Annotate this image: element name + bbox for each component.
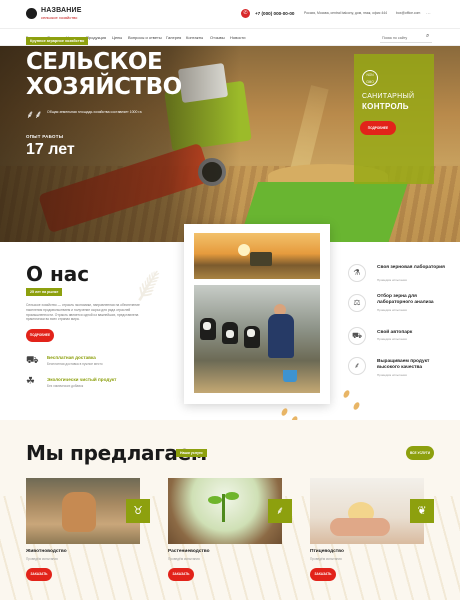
offers-badge: Наши услуги [176,449,207,457]
combine-silhouette-image [250,252,272,266]
nav-item-reviews[interactable]: Отзывы [210,35,225,40]
sanitary-more-button[interactable]: ПОДРОБНЕЕ [360,121,396,135]
hero-title: СЕЛЬСКОЕ ХОЗЯЙСТВО [26,50,182,100]
wheat-decoration-icon: ⸙ [130,256,168,312]
email-link[interactable]: box@office.com [396,11,420,15]
service-subtitle: Проведём испытания [377,373,407,377]
nav-item-products[interactable]: Продукция [86,35,106,40]
order-button[interactable]: ЗАКАЗАТЬ [168,568,194,581]
sprout-stem-image [222,494,225,522]
sprout-leaf-image [208,496,222,504]
card-title[interactable]: Птицеводство [310,549,344,554]
experience-label: ОПЫТ РАБОТЫ [26,134,64,139]
sanitary-title-line2: КОНТРОЛЬ [362,102,409,111]
farmer-image [268,314,294,358]
service-title: Выращиваем продукт высокого качества [377,359,430,370]
phone-number[interactable]: +7 (000) 000-00-00 [255,11,294,16]
top-header: НАЗВАНИЕ сельское хозяйство ✆ +7 (000) 0… [0,0,460,28]
order-button[interactable]: ЗАКАЗАТЬ [310,568,336,581]
about-badge: 25 лет на рынке [26,288,63,296]
logo-title[interactable]: НАЗВАНИЕ [41,7,82,14]
nav-item-contacts[interactable]: Контакты [186,35,203,40]
sanitary-title-line1: САНИТАРНЫЙ [362,93,415,100]
cow-spot-image [247,329,255,337]
grain-decoration [280,407,289,417]
card-title[interactable]: Растениеводство [168,549,210,554]
wheat-icon: ⸙⸙ [26,109,43,121]
grain-sample-icon: ⚖ [348,294,366,312]
nav-item-news[interactable]: Новости [230,35,245,40]
hero-badge: Крупное аграрное хозяйство [26,37,89,45]
service-title: Свой автопарк [377,330,413,335]
about-title: О нас [26,262,90,286]
search-placeholder: Поиск по сайту [382,36,408,40]
truck-fleet-icon: ⛟ [348,327,366,345]
eco-hand-icon: ☘ [26,376,35,387]
cow-spot-image [203,322,211,330]
feature-title: Бесплатная доставка [47,355,96,360]
card-subtitle: Проведём испытания [168,557,200,561]
about-text: Сельское хозяйство — отрасль экономики, … [26,303,140,322]
feature-title: Экологически чистый продукт [47,377,117,382]
grain-decoration [352,401,361,411]
experience-value: 17 лет [26,141,75,158]
about-more-button[interactable]: ПОДРОБНЕЕ [26,329,54,342]
service-title: Отбор зерна для лабораторного анализа [377,294,434,305]
address-text: Россия, Москва, central balcony, дом, эт… [304,11,388,15]
phone-icon[interactable]: ✆ [241,9,250,18]
feature-subtitle: Бесплатная доставка в нужное место [47,362,103,366]
order-button[interactable]: ЗАКАЗАТЬ [26,568,52,581]
sprout-leaf-image [225,492,239,500]
service-subtitle: Проведём испытания [377,278,407,282]
hero-title-line1: СЕЛЬСКОЕ [26,49,163,75]
hands-image [330,518,390,536]
card-title[interactable]: Животноводство [26,549,67,554]
feature-subtitle: Без химических добавок [47,384,84,388]
nav-item-gallery[interactable]: Галерея [166,35,181,40]
logo-icon[interactable] [26,8,37,19]
logo-subtitle: сельское хозяйство [41,15,78,20]
nav-item-prices[interactable]: Цены [112,35,122,40]
bird-icon: ❦ [410,499,434,523]
hero-tagline: Общая земельная площадь хозяйства состав… [47,110,142,114]
more-icon[interactable]: ⋯ [426,11,431,17]
sprout-icon: ⸙ [268,499,292,523]
lab-icon: ⚗ [348,264,366,282]
card-subtitle: Проведём испытания [310,557,342,561]
calf-image [62,492,96,532]
service-subtitle: Проведём испытания [377,308,407,312]
truck-icon: ⛟ [26,355,39,366]
card-subtitle: Проведём испытания [26,557,58,561]
search-input[interactable]: Поиск по сайту [380,33,432,43]
service-subtitle: Проведём испытания [377,337,407,341]
hero-title-line2: ХОЗЯЙСТВО [26,74,182,100]
search-icon[interactable]: ⌕ [426,33,429,40]
non-gmo-icon: NON GMO [362,70,378,86]
service-title: Своя зерновая лаборатория [377,265,445,270]
bucket-image [283,370,297,382]
sun-image [238,244,250,256]
nav-item-faq[interactable]: Вопросы и ответы [128,35,162,40]
crop-image[interactable] [168,478,282,544]
cow-icon: ♉ [126,499,150,523]
grain-decoration [342,389,351,399]
cow-spot-image [226,330,234,338]
quality-product-icon: ⸙ [348,357,366,375]
all-services-button[interactable]: ВСЕ УСЛУГИ [406,446,434,460]
